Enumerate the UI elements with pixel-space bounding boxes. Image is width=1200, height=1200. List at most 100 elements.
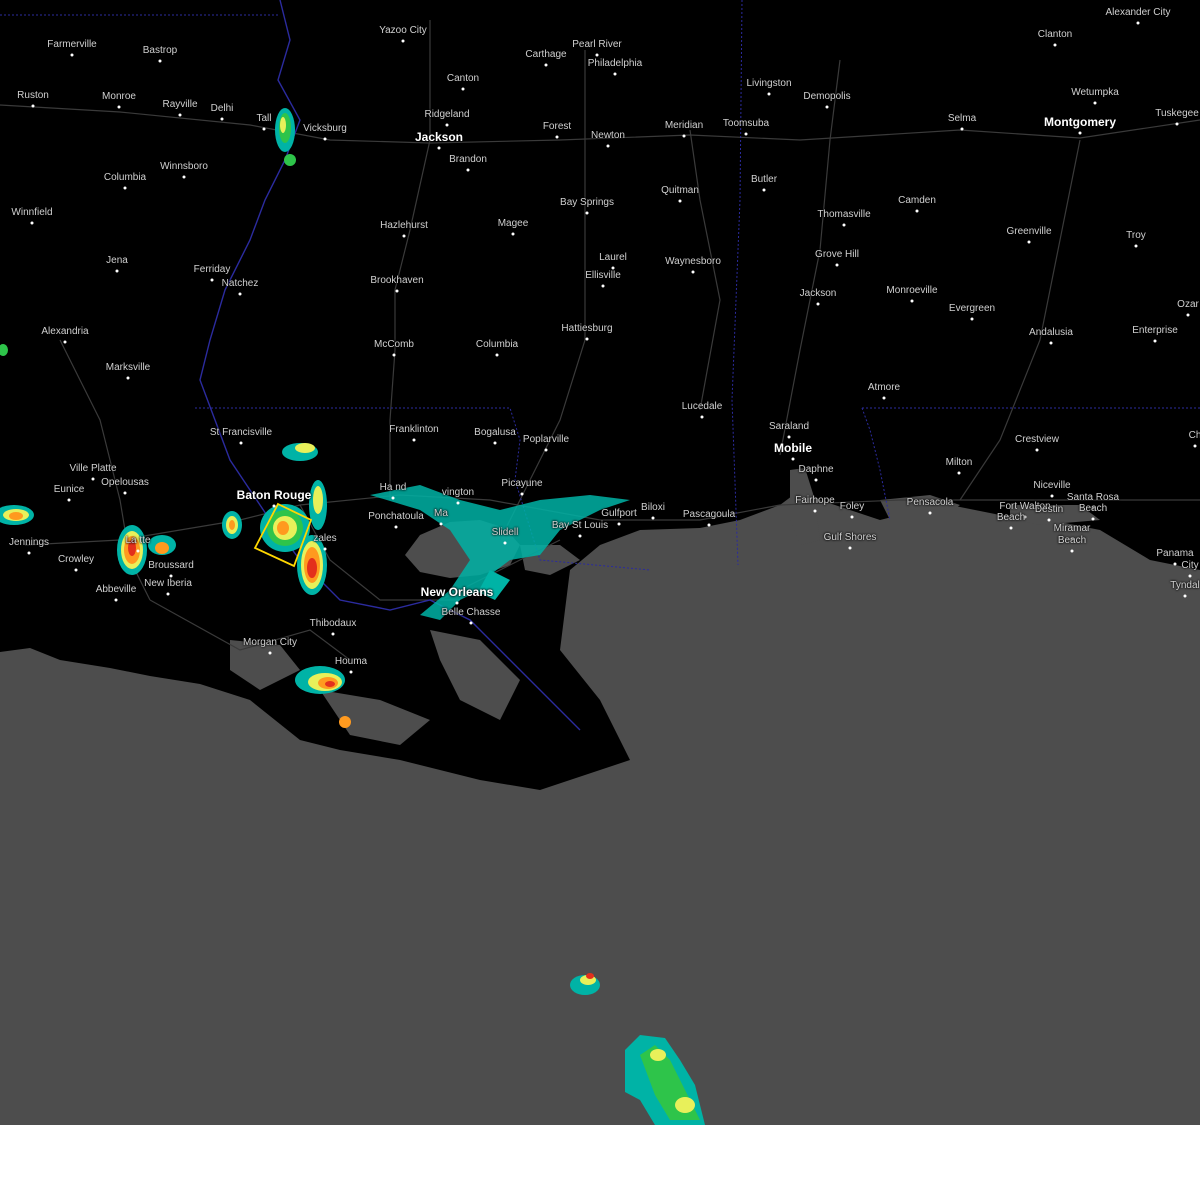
city-dot-panama-city-2 xyxy=(1188,574,1192,578)
city-dot-grove-hill xyxy=(835,263,839,267)
city-label-poplarville: Poplarville xyxy=(522,434,570,445)
city-label-ruston: Ruston xyxy=(17,90,49,101)
city-label-chipley: Ch xyxy=(1188,430,1200,441)
city-label-demopolis: Demopolis xyxy=(803,91,851,102)
city-label-ferriday: Ferriday xyxy=(193,264,231,275)
city-dot-hammond xyxy=(391,496,395,500)
city-label-ponchatoula: Ponchatoula xyxy=(368,511,424,522)
city-label-columbia-la: Columbia xyxy=(103,172,147,183)
city-dot-bay-st-louis xyxy=(578,534,582,538)
city-dot-tyndall xyxy=(1183,594,1187,598)
city-label-rayville: Rayville xyxy=(162,99,198,110)
city-label-panama-city-2: City xyxy=(1181,560,1199,571)
city-dot-tuskegee xyxy=(1175,122,1179,126)
city-label-hammond: Ha nd xyxy=(379,482,407,493)
city-label-atmore: Atmore xyxy=(867,382,901,393)
city-label-magee: Magee xyxy=(497,218,529,229)
city-label-santa-rosa-beach: Santa Rosa xyxy=(1066,492,1120,503)
city-label-new-orleans: New Orleans xyxy=(420,585,494,599)
city-label-monroeville: Monroeville xyxy=(886,285,938,296)
city-label-canton: Canton xyxy=(446,73,480,84)
city-dot-new-orleans xyxy=(455,601,459,605)
city-label-yazoo-city: Yazoo City xyxy=(379,25,427,36)
city-label-bay-st-louis: Bay St Louis xyxy=(551,520,609,531)
radar-map[interactable]: Farmerville Bastrop Yazoo City Carthage Pear… xyxy=(0,0,1200,1125)
city-dot-mccomb xyxy=(392,353,396,357)
city-dot-jackson-ms xyxy=(437,146,441,150)
city-label-bastrop: Bastrop xyxy=(142,45,178,56)
city-dot-montgomery xyxy=(1078,131,1082,135)
city-dot-daphne xyxy=(814,478,818,482)
city-label-clanton: Clanton xyxy=(1037,29,1073,40)
city-label-fairhope: Fairhope xyxy=(795,495,835,506)
city-label-eunice: Eunice xyxy=(53,484,85,495)
city-dot-destin xyxy=(1047,518,1051,522)
city-label-pensacola: Pensacola xyxy=(906,497,954,508)
city-label-grove-hill: Grove Hill xyxy=(815,249,859,260)
city-dot-tallulah xyxy=(262,127,266,131)
city-label-tuskegee: Tuskegee xyxy=(1155,108,1199,119)
city-label-forest: Forest xyxy=(542,121,572,132)
city-dot-clanton xyxy=(1053,43,1057,47)
city-dot-lafayette xyxy=(136,549,140,553)
city-label-houma: Houma xyxy=(334,656,368,667)
city-label-toomsuba: Toomsuba xyxy=(722,118,770,129)
city-dot-gulf-shores xyxy=(848,546,852,550)
city-label-winnfield: Winnfield xyxy=(11,207,53,218)
city-dot-hattiesburg xyxy=(585,337,589,341)
city-dot-chipley xyxy=(1193,444,1197,448)
city-label-evergreen: Evergreen xyxy=(948,303,996,314)
city-label-gulf-shores: Gulf Shores xyxy=(823,532,877,543)
city-label-vicksburg: Vicksburg xyxy=(303,123,347,134)
city-label-crestview: Crestview xyxy=(1015,434,1059,445)
city-label-daphne: Daphne xyxy=(798,464,834,475)
city-label-waynesboro: Waynesboro xyxy=(665,256,721,267)
city-dot-wetumpka xyxy=(1093,101,1097,105)
city-dot-opelousas xyxy=(123,491,127,495)
city-label-opelousas: Opelousas xyxy=(101,477,149,488)
city-dot-hazlehurst xyxy=(402,234,406,238)
city-label-pascagoula: Pascagoula xyxy=(682,509,736,520)
city-dot-delhi xyxy=(220,117,224,121)
city-label-niceville: Niceville xyxy=(1033,480,1071,491)
city-label-montgomery: Montgomery xyxy=(1044,115,1116,129)
city-dot-greenville xyxy=(1027,240,1031,244)
city-label-covington: vington xyxy=(441,487,475,498)
city-label-ozark: Ozar xyxy=(1177,299,1199,310)
city-label-pearl-river: Pearl River xyxy=(572,39,622,50)
city-label-miramar-beach: Miramar xyxy=(1053,523,1091,534)
city-label-farmerville: Farmerville xyxy=(47,39,97,50)
city-dot-selma xyxy=(960,127,964,131)
city-dot-winnfield xyxy=(30,221,34,225)
city-dot-covington xyxy=(456,501,460,505)
city-dot-troy xyxy=(1134,244,1138,248)
city-label-new-iberia: New Iberia xyxy=(144,578,192,589)
city-dot-fairhope xyxy=(813,509,817,513)
city-dot-jackson-al xyxy=(816,302,820,306)
city-dot-ponchatoula xyxy=(394,525,398,529)
city-label-alexander-city: Alexander City xyxy=(1105,7,1171,18)
city-dot-gonzales xyxy=(323,547,327,551)
city-label-st-francisville: St Francisville xyxy=(209,427,273,438)
city-dot-ozark xyxy=(1186,313,1190,317)
city-label-franklinton: Franklinton xyxy=(389,424,439,435)
city-dot-camden xyxy=(915,209,919,213)
city-label-mobile: Mobile xyxy=(774,441,812,455)
city-dot-rayville xyxy=(178,113,182,117)
city-label-santa-rosa-beach-2: Beach xyxy=(1078,503,1108,514)
city-label-foley: Foley xyxy=(839,501,865,512)
city-label-ridgeland: Ridgeland xyxy=(424,109,470,120)
city-dot-newton xyxy=(606,144,610,148)
city-label-greenville: Greenville xyxy=(1006,226,1052,237)
city-dot-bogalusa xyxy=(493,441,497,445)
city-dot-mandeville xyxy=(439,522,443,526)
city-dot-pensacola xyxy=(928,511,932,515)
city-label-jackson-al: Jackson xyxy=(799,288,837,299)
city-dot-columbia-la xyxy=(123,186,127,190)
terrebonne-marsh xyxy=(320,690,430,745)
city-label-crowley: Crowley xyxy=(57,554,95,565)
city-label-picayune: Picayune xyxy=(501,478,543,489)
city-label-selma: Selma xyxy=(947,113,977,124)
city-dot-mobile xyxy=(791,457,795,461)
city-dot-quitman xyxy=(678,199,682,203)
